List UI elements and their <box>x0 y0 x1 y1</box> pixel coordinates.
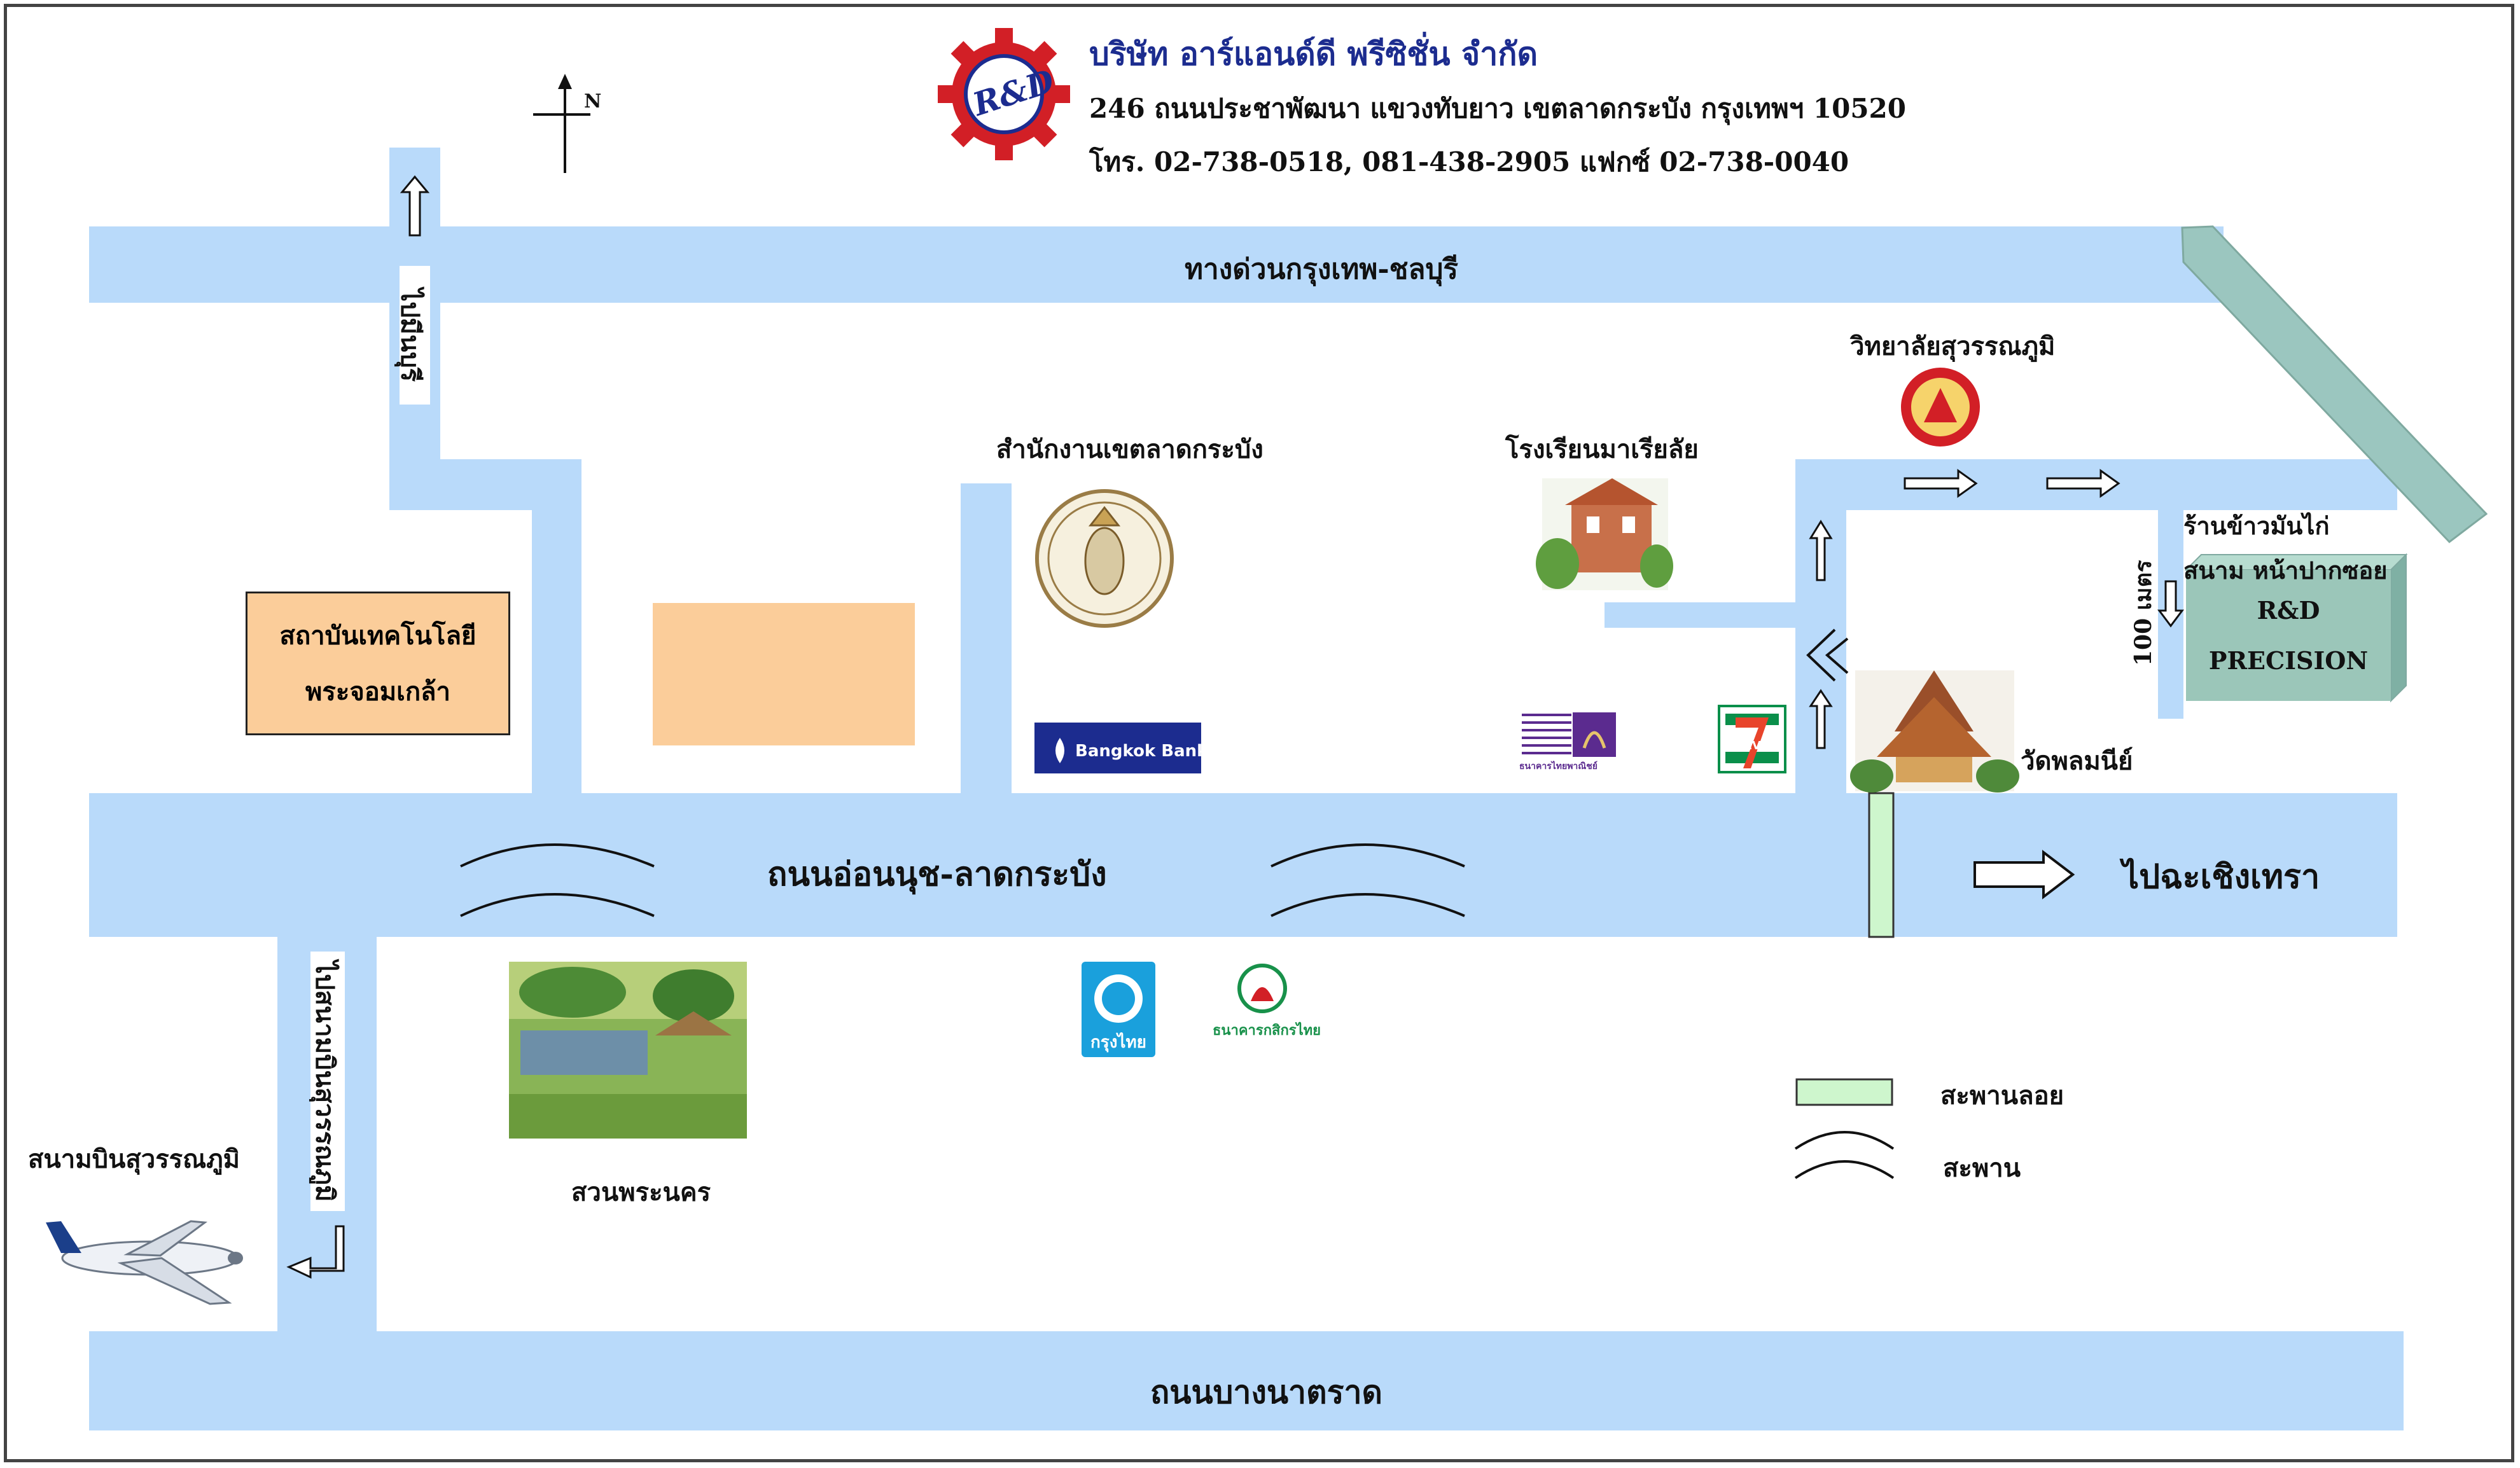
school-picture <box>1536 478 1673 590</box>
soi-up-arrow-icon-1 <box>1809 520 1833 581</box>
bridge-icon-2 <box>1270 843 1465 917</box>
soi-right-arrow-icon-1 <box>1904 469 1978 498</box>
park-label: สวนพระนคร <box>571 1177 711 1207</box>
suvarnabhumi-college-label: วิทยาลัยสุวรรณภูมิ <box>1850 331 2056 361</box>
to-chachoengsao-label: ไปฉะเชิงเทรา <box>2122 857 2320 896</box>
legend-bridge-label: สะพาน <box>1943 1153 2021 1183</box>
seven-eleven-label: ELEVEn <box>1729 739 1778 752</box>
legend-floating-bridge-label: สะพานลอย <box>1940 1081 2064 1111</box>
park-picture <box>509 962 747 1139</box>
soi-up-arrow-icon-2 <box>1809 689 1833 749</box>
company-phone: โทร. 02-738-0518, 081-438-2905 แฟกซ์ 02-… <box>1089 146 1849 177</box>
rd-label-line2: PRECISION <box>2208 646 2369 675</box>
bridge-icon-1 <box>460 843 655 917</box>
kasikorn-logo <box>1237 964 1287 1013</box>
temple-picture <box>1850 670 2019 793</box>
kmitl-box: สถาบันเทคโนโลยี พระจอมเกล้า <box>246 592 510 735</box>
soi-right-arrow-icon-2 <box>2046 469 2120 498</box>
airport-label: สนามบินสุวรรณภูมิ <box>28 1144 240 1174</box>
kasikorn-label: ธนาคารกสิกรไทย <box>1213 1023 1321 1039</box>
legend-floating-bridge-swatch <box>1795 1078 1893 1106</box>
company-address: 246 ถนนประชาพัฒนา แขวงทับยาว เขตลาดกระบั… <box>1089 93 1906 124</box>
on-nut-label: ถนนอ่อนนุช-ลาดกระบัง <box>767 855 1107 894</box>
unnamed-building-box <box>653 603 915 745</box>
soi-turn-chevron-icon <box>1806 628 1849 682</box>
district-seal-icon <box>1035 489 1174 628</box>
wat-label: วัดพลมนีย์ <box>2021 746 2133 776</box>
expressway-ramp <box>2181 225 2488 544</box>
district-office-label: สำนักงานเขตลาดกระบัง <box>996 434 1263 464</box>
floating-bridge <box>1868 792 1895 938</box>
chicken-rice-label-line1: ร้านข้าวมันไก่ <box>2183 511 2330 540</box>
airport-turn-arrow-icon <box>286 1225 345 1279</box>
krungthai-label: กรุงไทย <box>1090 1033 1146 1052</box>
expressway-label: ทางด่วนกรุงเทพ-ชลบุรี <box>1185 253 1459 286</box>
bang-na-trat-label: ถนนบางนาตราด <box>1150 1373 1382 1411</box>
chachoengsao-arrow-icon <box>1974 849 2075 900</box>
to-airport-label: ไปสนามบินสุวรรณภูมิ <box>310 952 345 1211</box>
airplane-picture <box>46 1220 243 1305</box>
north-arrow-icon <box>533 74 590 173</box>
marialai-school-label: โรงเรียนมาเรียลัย <box>1505 434 1699 464</box>
chicken-rice-label-line2: สนาม หน้าปากซอย <box>2183 556 2388 585</box>
bangkok-bank-label: Bangkok Bank <box>1075 742 1208 761</box>
college-seal-icon <box>1901 368 1980 447</box>
north-label: N <box>584 90 602 113</box>
rd-down-arrow-icon <box>2157 580 2184 628</box>
distance-label: 100 เมตร <box>2125 557 2157 669</box>
rd-box-side <box>2390 553 2407 703</box>
kmitl-label-line2: พระจอมเกล้า <box>305 677 451 707</box>
kmitl-label-line1: สถาบันเทคโนโลยี <box>279 621 477 651</box>
to-minburi-label: ไปมีนบุรี <box>395 266 430 405</box>
rd-label-line1: R&D <box>2257 596 2320 625</box>
scb-label: ธนาคารไทยพาณิชย์ <box>1519 761 1598 772</box>
scb-logo <box>1522 712 1617 766</box>
minburi-up-arrow-icon <box>400 175 430 237</box>
company-name: บริษัท อาร์แอนด์ดี พรีซิชั่น จำกัด <box>1089 35 1538 73</box>
legend-bridge-icon <box>1794 1131 1895 1179</box>
